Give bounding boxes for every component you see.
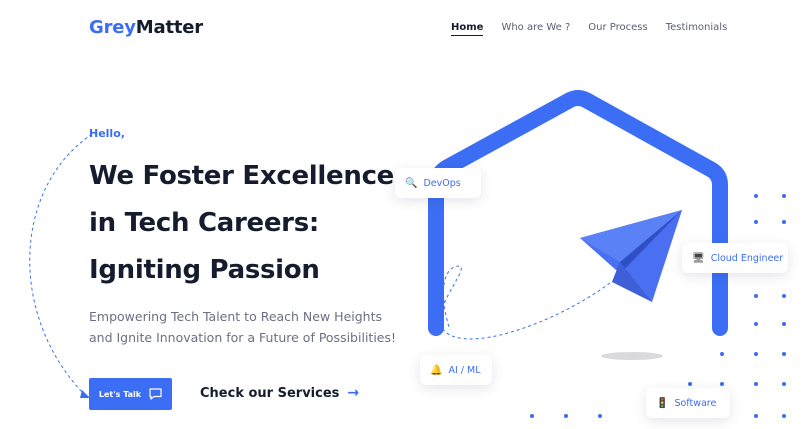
bell-icon: 🔔 bbox=[430, 364, 443, 376]
chip-cloud-engineer: 🖥 Cloud Engineer bbox=[682, 243, 788, 273]
headline-line-1: We Foster Excellence bbox=[89, 161, 395, 191]
chip-software: 🚦 Software bbox=[646, 388, 730, 418]
hero-greeting: Hello, bbox=[89, 127, 125, 140]
arrow-right-icon: → bbox=[347, 385, 360, 401]
monitor-icon: 🖥 bbox=[692, 252, 705, 264]
check-services-link[interactable]: Check our Services → bbox=[200, 385, 359, 401]
dashed-curve-left bbox=[29, 133, 93, 397]
hero-subtext: Empowering Tech Talent to Reach New Heig… bbox=[89, 309, 397, 345]
lets-talk-button[interactable]: Let's Talk bbox=[89, 378, 172, 410]
plane-shadow bbox=[601, 352, 663, 360]
check-services-label: Check our Services bbox=[200, 385, 340, 401]
chat-icon bbox=[149, 388, 162, 400]
hero-headline: We Foster Excellence in Tech Careers: Ig… bbox=[89, 153, 394, 294]
chip-software-label: Software bbox=[674, 397, 717, 409]
headline-line-2: in Tech Careers: bbox=[89, 208, 319, 238]
paper-plane-icon bbox=[580, 210, 682, 302]
headline-line-3: Igniting Passion bbox=[89, 255, 320, 285]
chip-ai-ml: 🔔 AI / ML bbox=[420, 355, 492, 385]
lets-talk-label: Let's Talk bbox=[98, 389, 142, 399]
flight-path bbox=[439, 265, 611, 340]
traffic-light-icon: 🚦 bbox=[656, 397, 669, 409]
chip-cloud-label: Cloud Engineer bbox=[710, 252, 784, 264]
chip-devops: 🔍 DevOps bbox=[395, 168, 481, 198]
chip-ai-label: AI / ML bbox=[448, 364, 481, 376]
magnifier-icon: 🔍 bbox=[405, 177, 418, 189]
chip-devops-label: DevOps bbox=[423, 177, 461, 189]
